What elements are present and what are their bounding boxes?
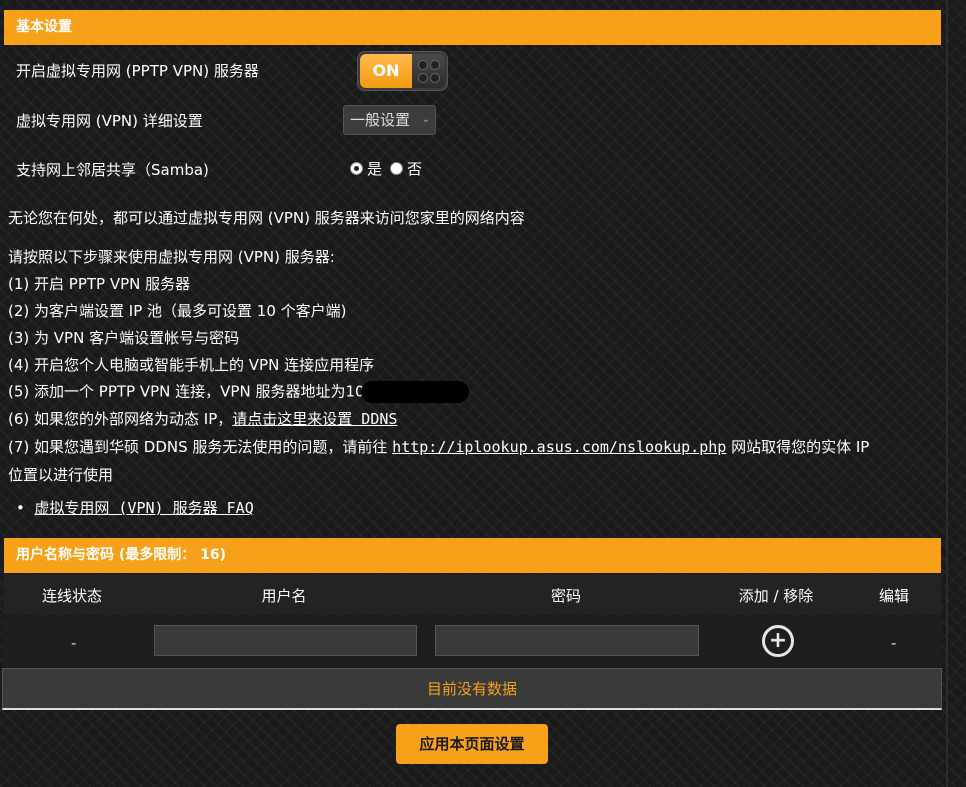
step-1: (1) 开启 PPTP VPN 服务器 <box>8 275 191 293</box>
samba-yes-radio[interactable] <box>350 162 363 175</box>
iplookup-link[interactable]: http://iplookup.asus.com/nslookup.php <box>392 438 726 456</box>
username-input[interactable] <box>154 625 417 656</box>
redacted-address <box>360 381 469 403</box>
steps-intro: 请按照以下步骤来使用虚拟专用网 (VPN) 服务器: <box>8 248 335 266</box>
section-header-users: 用户名称与密码 (最多限制： 16) <box>4 538 941 573</box>
step-7-suffix: 网站取得您的实体 IP <box>726 438 870 456</box>
plus-circle-icon[interactable]: + <box>762 625 794 657</box>
samba-no-radio[interactable] <box>390 162 404 175</box>
user-table-header: 连线状态 用户名 密码 添加 / 移除 编辑 <box>4 574 941 615</box>
apply-button[interactable]: 应用本页面设置 <box>396 724 548 764</box>
step-2: (2) 为客户端设置 IP 池（最多可设置 10 个客户端) <box>8 302 347 320</box>
row-status: - <box>71 634 77 652</box>
faq-item: • 虚拟专用网 (VPN) 服务器 FAQ <box>16 497 254 518</box>
header-username: 用户名 <box>261 587 307 605</box>
ddns-link[interactable]: 请点击这里来设置 DDNS <box>232 410 397 428</box>
bullet-icon: • <box>16 499 35 517</box>
step-7-text: (7) 如果您遇到华硕 DDNS 服务无法使用的问题，请前往 <box>8 438 393 456</box>
row-edit: - <box>891 634 897 652</box>
section-header-basic: 基本设置 <box>4 10 941 45</box>
vpn-detail-selected: 一般设置 <box>350 111 411 129</box>
samba-yes-label: 是 <box>367 160 383 178</box>
samba-label: 支持网上邻居共享（Samba) <box>16 161 209 179</box>
header-add-remove: 添加 / 移除 <box>738 587 814 605</box>
vpn-detail-select[interactable]: 一般设置 ⌄ <box>343 105 436 135</box>
step-5: (5) 添加一个 PPTP VPN 连接，VPN 服务器地址为10 <box>8 381 469 403</box>
pptp-server-toggle[interactable]: ON <box>357 51 448 91</box>
step-3: (3) 为 VPN 客户端设置帐号与密码 <box>8 329 240 347</box>
toggle-on-label: ON <box>360 54 412 88</box>
step-7-line2: 位置以进行使用 <box>8 466 114 484</box>
header-edit: 编辑 <box>878 587 910 605</box>
header-status: 连线状态 <box>41 587 103 605</box>
samba-radio-group: 是 否 <box>350 158 422 179</box>
step-6-text: (6) 如果您的外部网络为动态 IP， <box>8 410 233 428</box>
vpn-description: 无论您在何处，都可以通过虚拟专用网 (VPN) 服务器来访问您家里的网络内容 <box>8 209 525 227</box>
step-5-text: (5) 添加一个 PPTP VPN 连接，VPN 服务器地址为10 <box>8 382 365 401</box>
password-input[interactable] <box>435 625 699 656</box>
samba-no-label: 否 <box>407 160 423 178</box>
step-4: (4) 开启您个人电脑或智能手机上的 VPN 连接应用程序 <box>8 356 375 374</box>
toggle-knob <box>412 54 445 88</box>
step-7: (7) 如果您遇到华硕 DDNS 服务无法使用的问题，请前往 http://ip… <box>8 437 869 457</box>
header-password: 密码 <box>550 587 582 605</box>
faq-link[interactable]: 虚拟专用网 (VPN) 服务器 FAQ <box>34 499 253 517</box>
empty-table-message: 目前没有数据 <box>2 668 942 710</box>
chevron-down-icon: ⌄ <box>421 114 430 125</box>
step-6: (6) 如果您的外部网络为动态 IP，请点击这里来设置 DDNS <box>8 409 397 429</box>
pptp-server-label: 开启虚拟专用网 (PPTP VPN) 服务器 <box>16 62 259 80</box>
vpn-detail-label: 虚拟专用网 (VPN) 详细设置 <box>16 112 203 130</box>
page-edge-divider <box>946 0 948 787</box>
